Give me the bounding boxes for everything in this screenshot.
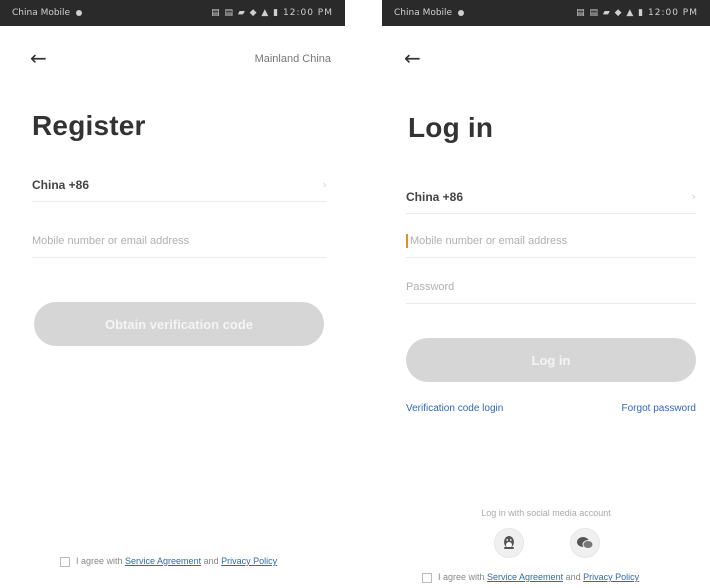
register-screen: China Mobile ▤ ▤ ▰ ◆ ▲ ▮ 12:00 PM ← Main… <box>0 0 345 588</box>
chevron-right-icon: › <box>322 178 327 191</box>
social-login-caption: Log in with social media account <box>481 508 611 518</box>
country-value: China +86 <box>32 177 90 192</box>
status-dot-icon <box>76 10 83 16</box>
agreement-text: I agree with Service Agreement and Priva… <box>76 556 278 566</box>
phone-email-field-row <box>32 224 327 258</box>
agreement-row: I agree with Service Agreement and Priva… <box>422 572 710 583</box>
status-carrier: China Mobile <box>12 8 83 18</box>
get-verification-code-button[interactable]: Obtain verification code <box>34 302 324 346</box>
privacy-policy-link[interactable]: Privacy Policy <box>583 572 639 582</box>
qq-icon[interactable] <box>494 528 524 558</box>
verification-code-login-link[interactable]: Verification code login <box>406 403 503 414</box>
password-input[interactable] <box>406 280 696 293</box>
agreement-row: I agree with Service Agreement and Priva… <box>60 556 320 567</box>
status-dot-icon <box>458 10 465 16</box>
privacy-policy-link[interactable]: Privacy Policy <box>221 556 277 566</box>
page-title: Register <box>32 110 146 141</box>
phone-email-input[interactable] <box>32 234 327 247</box>
status-icons: ▤ ▤ ▰ ◆ ▲ ▮ 12:00 PM <box>576 8 698 18</box>
back-button[interactable]: ← <box>404 48 421 68</box>
wechat-bubbles-icon <box>577 537 594 549</box>
phone-email-field-row <box>406 224 696 258</box>
page-title: Log in <box>408 112 494 143</box>
forgot-password-link[interactable]: Forgot password <box>622 403 696 414</box>
country-value: China +86 <box>406 189 464 204</box>
region-link[interactable]: Mainland China <box>255 53 331 65</box>
status-icons: ▤ ▤ ▰ ◆ ▲ ▮ 12:00 PM <box>211 8 333 18</box>
wechat-icon[interactable] <box>570 528 600 558</box>
country-selector[interactable]: China +86 › <box>406 180 696 214</box>
agree-checkbox[interactable] <box>422 573 432 583</box>
service-agreement-link[interactable]: Service Agreement <box>125 556 201 566</box>
qq-penguin-icon <box>504 536 514 549</box>
country-selector[interactable]: China +86 › <box>32 168 327 202</box>
phone-email-input[interactable] <box>410 234 696 247</box>
status-bar: China Mobile ▤ ▤ ▰ ◆ ▲ ▮ 12:00 PM <box>382 0 710 26</box>
agreement-text: I agree with Service Agreement and Priva… <box>438 572 640 582</box>
login-screen: China Mobile ▤ ▤ ▰ ◆ ▲ ▮ 12:00 PM ← Log … <box>382 0 710 588</box>
status-bar: China Mobile ▤ ▤ ▰ ◆ ▲ ▮ 12:00 PM <box>0 0 345 26</box>
status-carrier: China Mobile <box>394 8 465 18</box>
agree-checkbox[interactable] <box>60 557 70 567</box>
text-cursor <box>406 233 408 248</box>
password-field-row <box>406 270 696 304</box>
service-agreement-link[interactable]: Service Agreement <box>487 572 563 582</box>
back-button[interactable]: ← <box>30 48 47 68</box>
chevron-right-icon: › <box>691 190 696 203</box>
login-button[interactable]: Log in <box>406 338 696 382</box>
